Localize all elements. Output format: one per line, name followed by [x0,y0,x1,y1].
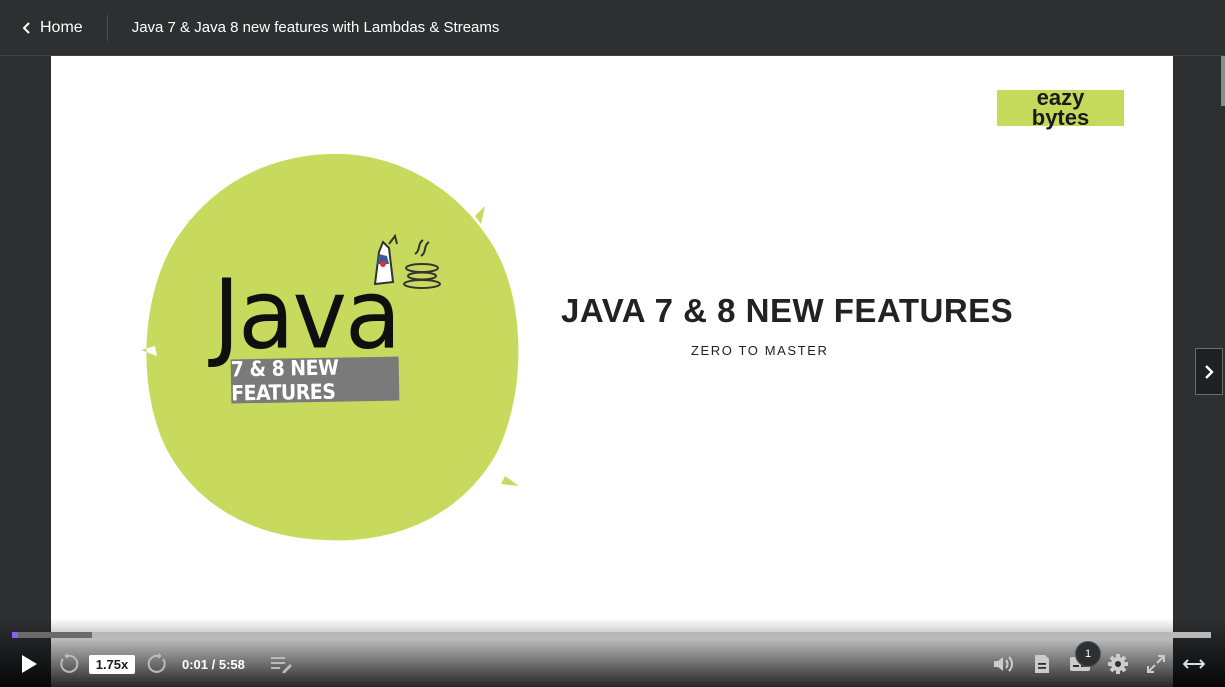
progress-played [12,632,18,638]
expand-icon [1183,659,1205,669]
speed-label: 1.75x [88,654,136,674]
next-lecture-button[interactable] [1195,348,1223,395]
course-title: Java 7 & Java 8 new features with Lambda… [131,19,500,36]
playlist-icon [271,657,292,673]
settings-button[interactable] [1105,646,1131,682]
scrollbar[interactable] [1221,56,1225,106]
play-button[interactable] [14,646,44,682]
video-stage[interactable]: Java 7 & 8 NEW FEATURES JAVA 7 & 8 NEW F… [51,56,1173,687]
slide-subheadline: ZERO TO MASTER [691,343,829,358]
settings-icon [1108,654,1128,674]
chevron-left-icon [22,21,30,34]
rewind-button[interactable] [55,646,81,682]
player-controls: 1.75x 0:01 / 5:58 [0,646,1225,682]
volume-button[interactable] [990,646,1018,682]
fullscreen-button[interactable] [1143,646,1169,682]
java-features-banner: 7 & 8 NEW FEATURES [231,356,400,405]
add-note-button[interactable] [268,646,294,682]
transcript-icon [1035,655,1049,673]
fullscreen-icon [1147,655,1165,673]
play-icon [22,655,37,673]
java-mascot-icon [373,234,441,289]
time-text: 0:01 / 5:58 [182,656,245,672]
expand-view-button[interactable] [1180,646,1208,682]
rewind-5-icon [60,653,79,673]
time-display: 0:01 / 5:58 [182,646,245,682]
playback-speed-button[interactable]: 1.75x [88,646,136,682]
progress-buffered [12,632,92,638]
captions-count-badge: 1 [1075,641,1101,667]
progress-bar[interactable] [12,632,1211,638]
forward-5-icon [147,653,166,673]
transcript-button[interactable] [1030,646,1054,682]
volume-icon [994,656,1013,672]
eazybytes-logo: eazy bytes [997,87,1124,130]
slide-headline: JAVA 7 & 8 NEW FEATURES [561,292,1014,329]
top-bar: Home Java 7 & Java 8 new features with L… [0,0,1225,56]
home-back-link[interactable]: Home [0,0,107,55]
home-label: Home [40,18,83,36]
forward-button[interactable] [145,646,171,682]
chevron-right-icon [1205,364,1214,379]
brand-line-2: bytes [1031,105,1090,130]
